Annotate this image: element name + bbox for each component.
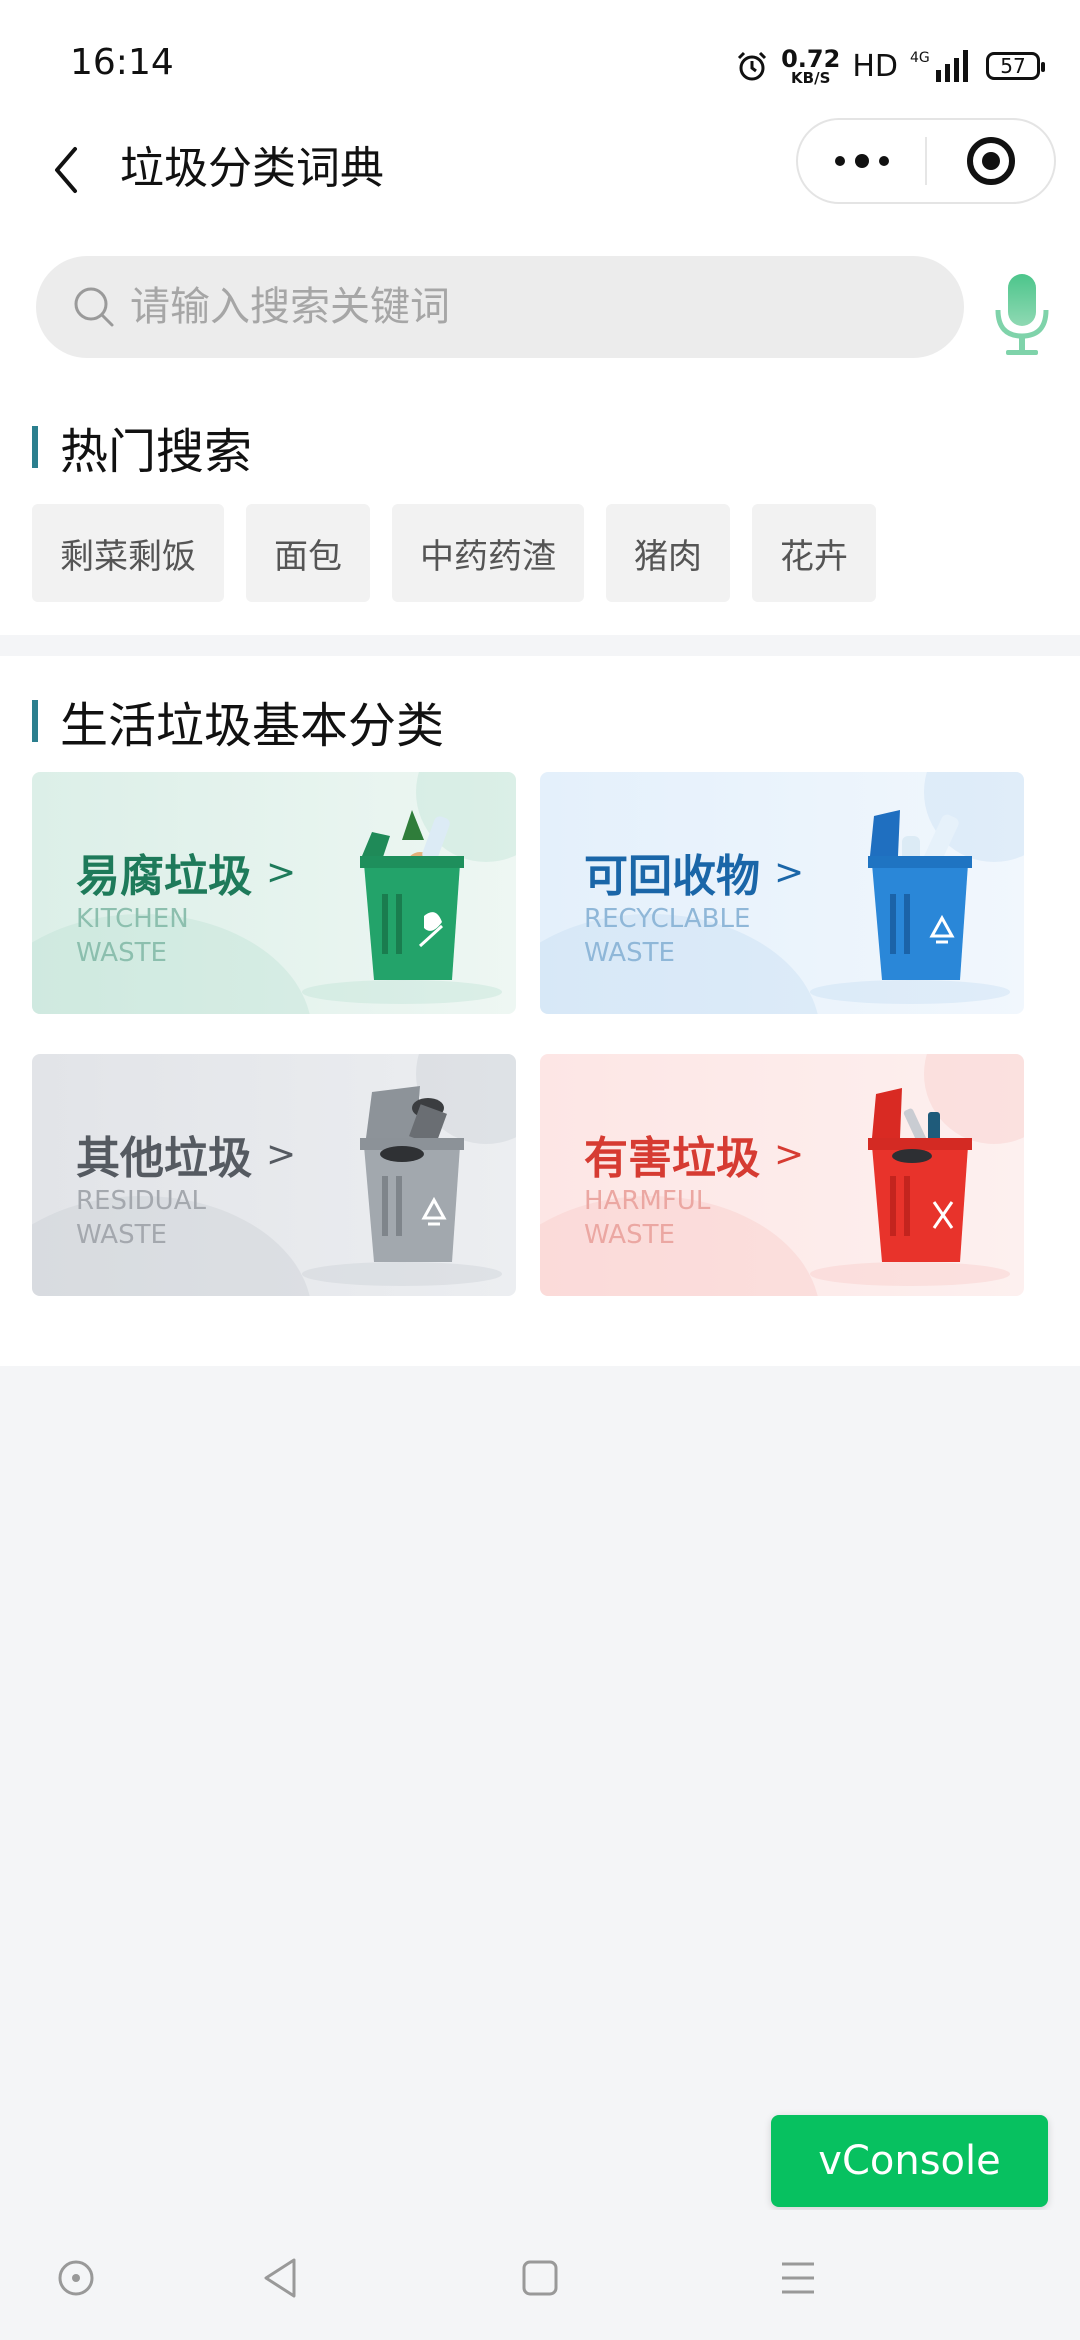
battery-icon: 57 — [986, 52, 1045, 80]
category-card-harmful[interactable]: 有害垃圾 > HARMFUL WASTE — [540, 1054, 1024, 1296]
category-card-recyclable[interactable]: 可回收物 > RECYCLABLE WASTE — [540, 772, 1024, 1014]
search-section — [0, 220, 1080, 370]
category-name: 易腐垃圾 > — [76, 851, 297, 902]
chevron-right-icon: > — [774, 1133, 805, 1175]
triangle-back-icon — [264, 2258, 296, 2298]
hot-tag[interactable]: 猪肉 — [606, 504, 730, 602]
alarm-icon — [738, 51, 767, 81]
hd-label: HD — [852, 48, 898, 84]
category-english: RESIDUAL WASTE — [76, 1186, 206, 1250]
hot-tag[interactable]: 面包 — [246, 504, 370, 602]
hot-search-title: 热门搜索 — [32, 412, 252, 482]
title-accent-bar — [32, 700, 38, 742]
status-time: 16:14 — [70, 42, 174, 83]
green-bin-icon — [360, 810, 464, 980]
assistant-button[interactable] — [48, 2250, 104, 2306]
hot-search-section: 热门搜索 剩菜剩饭 面包 中药药渣 猪肉 花卉 — [0, 370, 1080, 635]
hot-tag[interactable]: 中药药渣 — [392, 504, 584, 602]
red-bin-icon — [868, 1088, 972, 1262]
square-home-icon — [522, 2260, 558, 2296]
more-dots-icon — [834, 154, 889, 168]
status-icons: 0.72 KB/S HD 4G 57 — [735, 44, 1045, 88]
hot-tags: 剩菜剩饭 面包 中药药渣 猪肉 花卉 — [32, 504, 876, 602]
net-speed-unit: KB/S — [791, 68, 831, 87]
category-english: HARMFUL WASTE — [584, 1186, 711, 1250]
hot-search-title-text: 热门搜索 — [60, 424, 253, 480]
svg-text:4G: 4G — [910, 50, 930, 66]
chevron-right-icon: > — [266, 1133, 297, 1175]
category-title: 生活垃圾基本分类 — [32, 686, 444, 756]
back-button[interactable] — [36, 130, 96, 210]
more-button[interactable] — [798, 120, 925, 202]
page-title: 垃圾分类词典 — [120, 143, 384, 194]
system-nav-bar — [0, 2210, 1080, 2340]
search-input[interactable] — [130, 284, 950, 330]
gray-bin-icon — [360, 1086, 464, 1262]
category-english: RECYCLABLE WASTE — [584, 904, 751, 968]
system-back-button[interactable] — [252, 2250, 308, 2306]
category-title-text: 生活垃圾基本分类 — [60, 698, 445, 754]
blue-bin-icon — [868, 810, 972, 980]
search-icon — [74, 287, 114, 327]
net-speed-value: 0.72 — [781, 44, 841, 73]
recents-button[interactable] — [770, 2250, 826, 2306]
category-name: 其他垃圾 > — [76, 1133, 297, 1184]
category-card-residual[interactable]: 其他垃圾 > RESIDUAL WASTE — [32, 1054, 516, 1296]
category-card-kitchen[interactable]: 易腐垃圾 > KITCHEN WASTE — [32, 772, 516, 1014]
hot-tag[interactable]: 花卉 — [752, 504, 876, 602]
chevron-left-icon — [55, 147, 77, 193]
net-speed: 0.72 KB/S — [781, 47, 840, 86]
miniprogram-capsule — [796, 118, 1056, 204]
category-name: 可回收物 > — [584, 851, 805, 902]
circle-dot-icon — [58, 2260, 94, 2296]
category-section: 生活垃圾基本分类 易腐垃圾 > KITCHEN WASTE 可回收物 > REC… — [0, 656, 1080, 1366]
signal-icon: 4G — [910, 50, 968, 82]
chevron-right-icon: > — [266, 851, 297, 893]
home-button[interactable] — [512, 2250, 568, 2306]
vconsole-button[interactable]: vConsole — [771, 2115, 1048, 2207]
microphone-icon[interactable] — [990, 270, 1054, 360]
close-button[interactable] — [927, 120, 1054, 202]
category-english: KITCHEN WASTE — [76, 904, 189, 968]
category-name: 有害垃圾 > — [584, 1133, 805, 1184]
nav-bar: 垃圾分类词典 — [0, 110, 1080, 220]
chevron-right-icon: > — [774, 851, 805, 893]
search-box[interactable] — [36, 256, 964, 358]
hot-tag[interactable]: 剩菜剩饭 — [32, 504, 224, 602]
menu-lines-icon — [782, 2262, 814, 2294]
title-accent-bar — [32, 426, 38, 468]
target-circle-icon — [966, 137, 1015, 185]
